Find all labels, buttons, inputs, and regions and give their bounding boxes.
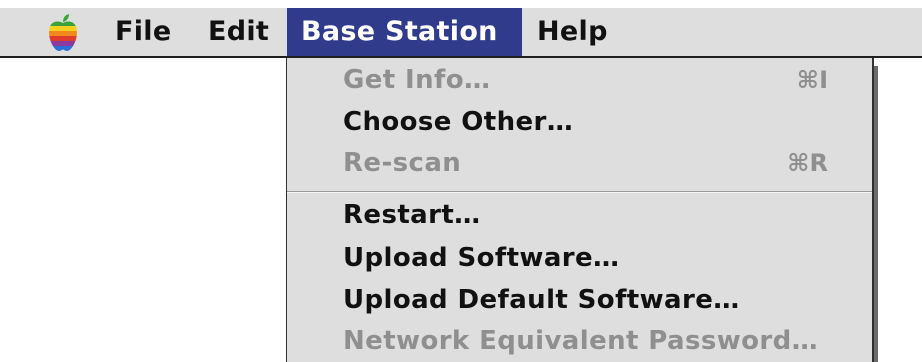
menu-item-network-equivalent-password[interactable]: Network Equivalent Password… xyxy=(343,321,818,361)
menu-item-upload-default-software[interactable]: Upload Default Software… xyxy=(343,280,740,320)
apple-icon[interactable] xyxy=(46,13,80,53)
base-station-dropdown: Get Info… ⌘I Choose Other… Re-scan ⌘R Re… xyxy=(286,58,874,362)
menu-item-get-info[interactable]: Get Info… xyxy=(343,60,490,100)
shortcut-re-scan: ⌘R xyxy=(787,149,828,177)
menu-item-choose-other[interactable]: Choose Other… xyxy=(343,102,573,142)
menu-edit[interactable]: Edit xyxy=(208,8,269,56)
shortcut-get-info: ⌘I xyxy=(796,66,828,94)
menu-item-restart[interactable]: Restart… xyxy=(343,195,481,235)
menu-help[interactable]: Help xyxy=(537,8,608,56)
menu-item-re-scan[interactable]: Re-scan xyxy=(343,143,461,183)
menu-file[interactable]: File xyxy=(115,8,171,56)
menu-item-upload-software[interactable]: Upload Software… xyxy=(343,238,619,278)
menu-bar: File Edit Base Station Help xyxy=(0,8,922,58)
dropdown-shadow xyxy=(874,66,878,362)
menu-base-station[interactable]: Base Station xyxy=(287,8,522,56)
menu-separator xyxy=(287,191,872,193)
